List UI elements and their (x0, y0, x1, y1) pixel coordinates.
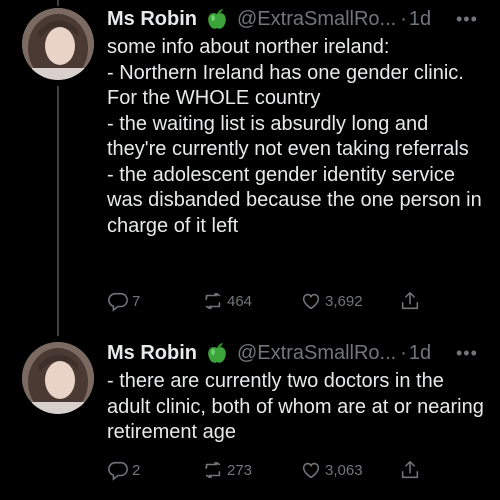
retweet-button[interactable]: 273 (202, 458, 252, 482)
share-icon (401, 460, 419, 479)
like-button[interactable]: 3,063 (300, 458, 363, 482)
tweet[interactable]: Ms Robin @ExtraSmallRo... · 1d ••• some … (0, 0, 500, 330)
tweet[interactable]: Ms Robin @ExtraSmallRo... · 1d ••• - the… (0, 330, 500, 500)
display-name[interactable]: Ms Robin (107, 8, 197, 31)
tweet-header: Ms Robin @ExtraSmallRo... · 1d (107, 5, 431, 33)
tweet-text: - there are currently two doctors in the… (107, 370, 484, 443)
retweet-count: 464 (227, 292, 253, 310)
green-apple-icon (205, 7, 229, 31)
timestamp[interactable]: 1d (409, 342, 431, 365)
tweet-actions: 2 273 3,063 (107, 458, 437, 482)
like-count: 3,063 (325, 461, 363, 479)
avatar[interactable] (22, 8, 94, 80)
tweet-actions: 7 464 3,692 (107, 289, 437, 313)
like-icon (302, 293, 320, 310)
like-button[interactable]: 3,692 (300, 289, 363, 313)
reply-icon (108, 292, 128, 312)
share-button[interactable] (399, 458, 424, 482)
user-handle[interactable]: @ExtraSmallRo... (237, 342, 396, 365)
retweet-button[interactable]: 464 (202, 289, 252, 313)
share-button[interactable] (399, 289, 424, 313)
separator-dot: · (400, 341, 407, 364)
reply-count: 2 (132, 461, 141, 479)
retweet-icon (205, 461, 221, 479)
more-icon[interactable]: ••• (456, 10, 480, 28)
green-apple-icon (205, 341, 229, 365)
retweet-icon (205, 292, 221, 310)
user-handle[interactable]: @ExtraSmallRo... (237, 8, 396, 31)
tweet-header: Ms Robin @ExtraSmallRo... · 1d (107, 339, 431, 367)
reply-button[interactable]: 2 (107, 458, 140, 482)
display-name[interactable]: Ms Robin (107, 342, 197, 365)
retweet-count: 273 (227, 461, 253, 479)
share-icon (401, 291, 419, 310)
separator-dot: · (400, 7, 407, 30)
reply-icon (108, 461, 128, 481)
tweet-text: some info about norther ireland: - North… (107, 36, 482, 237)
more-icon[interactable]: ••• (456, 344, 480, 362)
avatar[interactable] (22, 342, 94, 414)
reply-button[interactable]: 7 (107, 289, 140, 313)
timestamp[interactable]: 1d (409, 8, 431, 31)
like-icon (302, 462, 320, 479)
like-count: 3,692 (325, 292, 363, 310)
reply-count: 7 (132, 292, 141, 310)
